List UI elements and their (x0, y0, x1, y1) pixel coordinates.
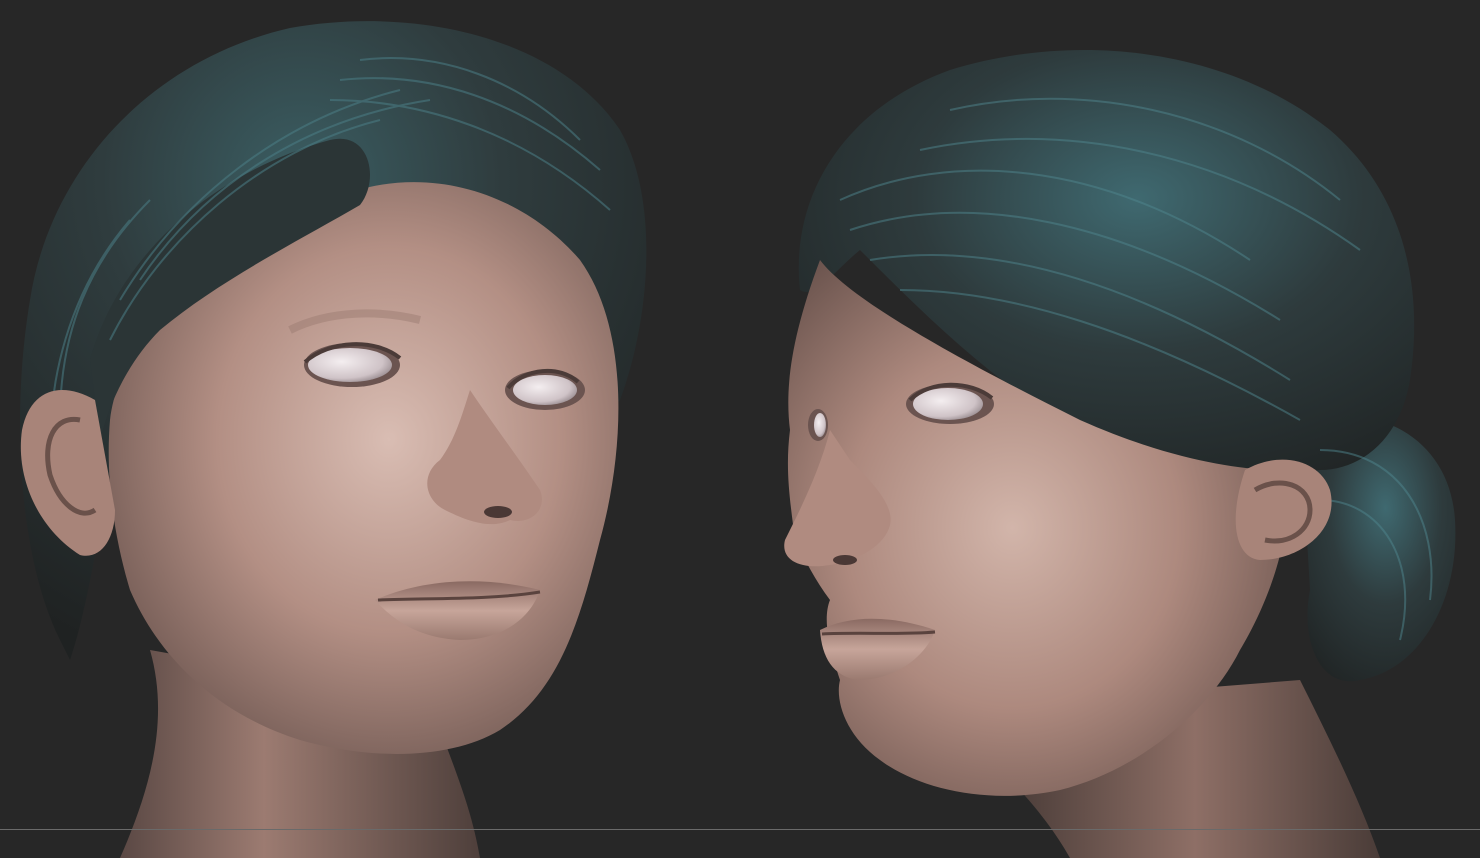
sculpt-render-canvas[interactable] (0, 0, 1480, 858)
eye-right-2 (808, 409, 828, 441)
eye-right-1 (906, 382, 994, 424)
head-model-left[interactable] (20, 21, 647, 858)
eye-left-1 (303, 342, 402, 387)
3d-viewport[interactable] (0, 0, 1480, 858)
nostril-right (833, 555, 857, 565)
eye-left-2 (505, 369, 585, 410)
nostril-left (484, 506, 512, 518)
floor-grid-line (0, 829, 1480, 830)
head-model-right[interactable] (784, 50, 1456, 858)
lip-line-right (821, 630, 936, 636)
